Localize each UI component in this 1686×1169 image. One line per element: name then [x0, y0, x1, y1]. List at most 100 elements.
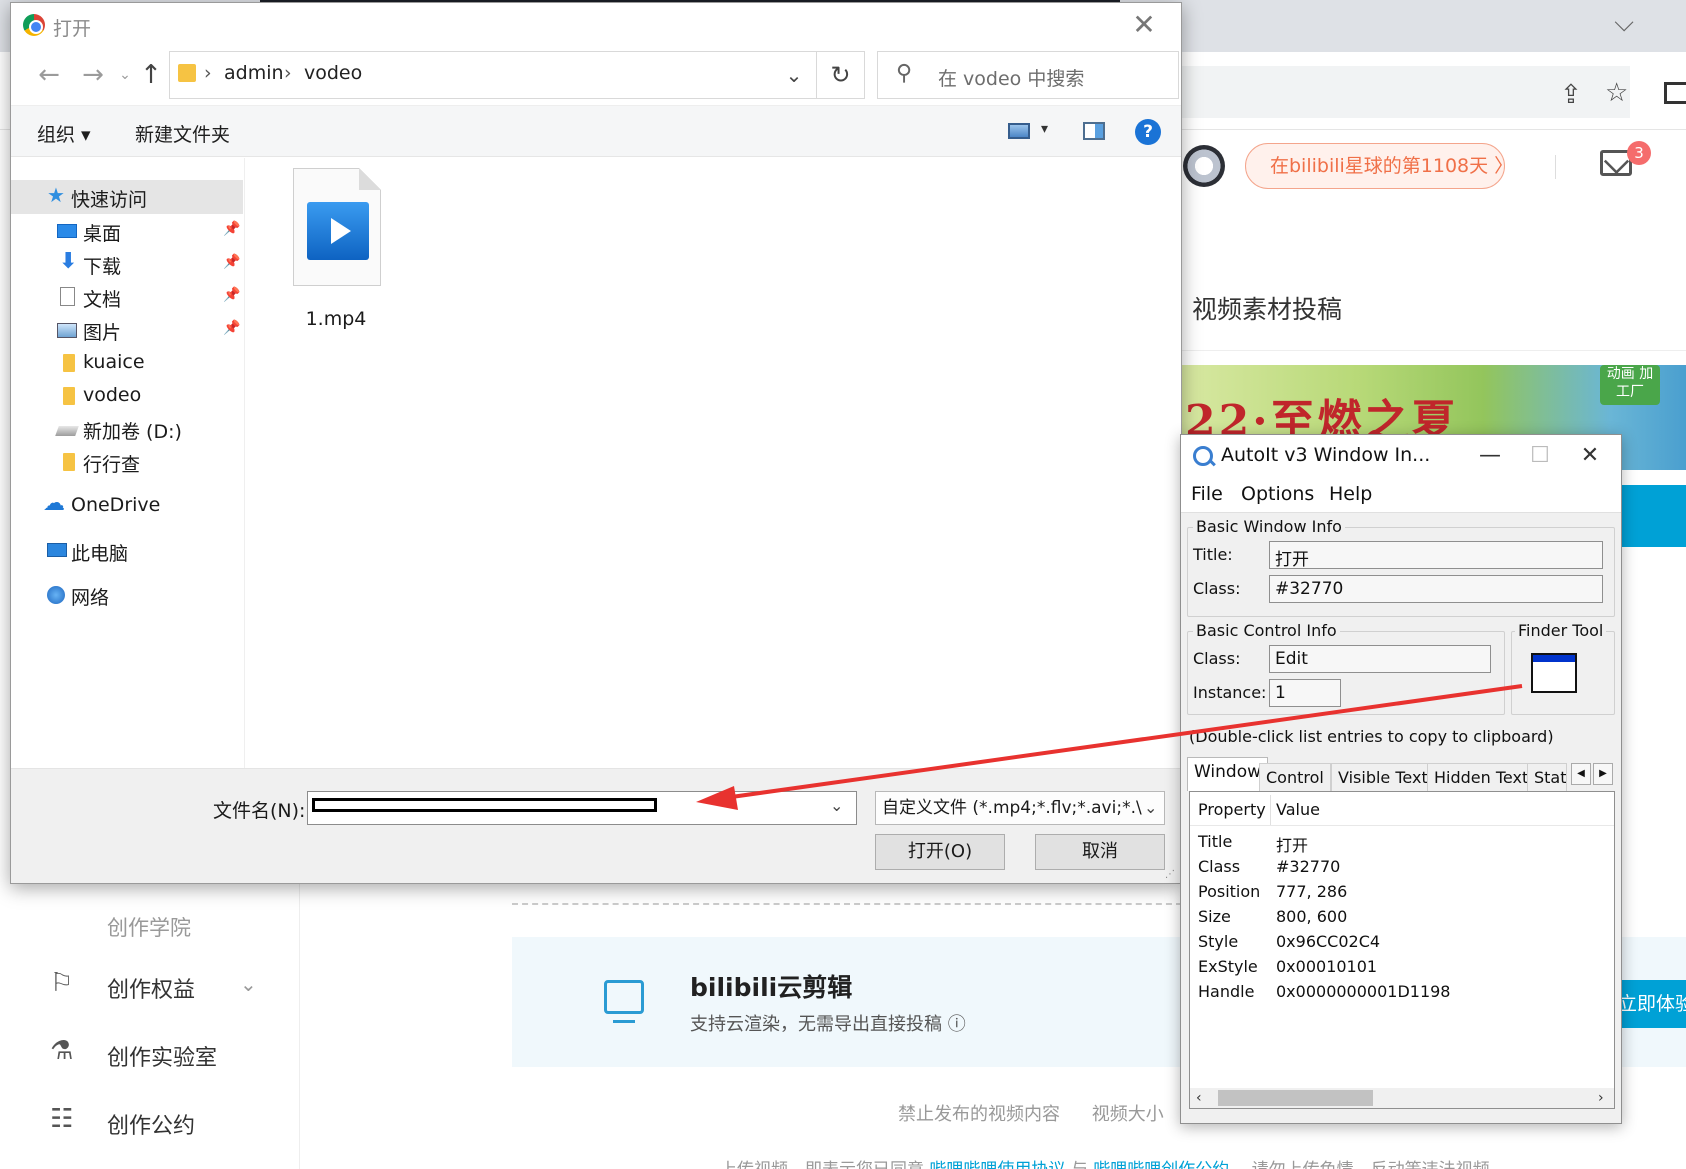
sidebar-item-quick-access[interactable]: ★ 快速访问	[11, 180, 243, 214]
sidebar-item-drive-d[interactable]: 新加卷 (D:)	[11, 412, 243, 446]
new-folder-button[interactable]: 新建文件夹	[135, 120, 230, 147]
open-button[interactable]: 打开(O)	[875, 834, 1005, 870]
footer-link-size[interactable]: 视频大小	[1092, 1104, 1164, 1125]
table-row[interactable]: Style 0x96CC02C4	[1190, 930, 1614, 955]
pin-icon[interactable]: 📌	[223, 320, 240, 336]
tab-scroll-left-icon[interactable]: ◀	[1571, 763, 1591, 785]
tab-status[interactable]: Stat	[1527, 763, 1567, 791]
finder-tool-icon[interactable]	[1531, 653, 1577, 693]
up-arrow-icon[interactable]: ↑	[133, 57, 169, 93]
table-row[interactable]: Handle 0x0000000001D1198	[1190, 980, 1614, 1005]
group-label: Basic Window Info	[1193, 517, 1345, 536]
address-bar[interactable]	[1110, 66, 1630, 118]
sidebar-item-this-pc[interactable]: 此电脑	[11, 534, 243, 568]
sidebar-item-academy[interactable]: 创作学院	[107, 912, 191, 942]
horizontal-scrollbar[interactable]: ‹ ›	[1190, 1088, 1614, 1108]
instance-field[interactable]: 1	[1269, 679, 1341, 707]
scrollbar-thumb[interactable]	[1218, 1090, 1373, 1106]
breadcrumb-vodeo[interactable]: vodeo	[304, 62, 362, 84]
close-icon[interactable]: ✕	[1567, 439, 1613, 473]
column-header-property[interactable]: Property	[1198, 800, 1266, 819]
filename-input[interactable]: ⌄	[307, 791, 857, 825]
forward-arrow-icon[interactable]: →	[75, 57, 111, 93]
chevron-right-icon[interactable]: ›	[204, 62, 212, 84]
file-item[interactable]: 1.mp4	[281, 168, 391, 330]
tab-scroll-right-icon[interactable]: ▶	[1593, 763, 1613, 785]
divider	[1180, 350, 1686, 351]
window-title-field[interactable]: 打开	[1269, 541, 1603, 569]
view-icon[interactable]	[1008, 123, 1030, 139]
preview-pane-icon[interactable]	[1083, 122, 1105, 140]
sidebar-item-rights[interactable]: 创作权益	[107, 972, 195, 1004]
tab-search-chevron-icon[interactable]: ⌵	[1614, 8, 1634, 39]
sidebar-panel-icon[interactable]	[1664, 82, 1686, 104]
table-row[interactable]: ExStyle 0x00010101	[1190, 955, 1614, 980]
terms-link[interactable]: 哔哩哔哩使用协议	[929, 1160, 1065, 1169]
page-title: 视频素材投稿	[1192, 295, 1343, 324]
tab-window[interactable]: Window	[1187, 757, 1269, 791]
tab-hidden-text[interactable]: Hidden Text	[1427, 763, 1536, 791]
breadcrumb-admin[interactable]: admin	[224, 62, 284, 84]
magnifier-icon	[1193, 446, 1213, 466]
search-input[interactable]: ⚲ 在 vodeo 中搜索	[877, 51, 1179, 99]
chevron-down-icon[interactable]: ⌄	[776, 58, 812, 92]
column-header-value[interactable]: Value	[1276, 800, 1320, 819]
pin-icon[interactable]: 📌	[223, 287, 240, 303]
sidebar-item-label: OneDrive	[71, 494, 161, 516]
resize-grip-icon[interactable]: ⋰	[1165, 869, 1175, 880]
table-row[interactable]: Class #32770	[1190, 855, 1614, 880]
chevron-right-icon[interactable]: ›	[284, 62, 292, 84]
cancel-button[interactable]: 取消	[1035, 834, 1165, 870]
pin-icon[interactable]: 📌	[223, 254, 240, 270]
share-icon[interactable]: ⇪	[1560, 80, 1582, 110]
sidebar-item-pictures[interactable]: 图片 📌	[11, 313, 243, 347]
tab-visible-text[interactable]: Visible Text	[1331, 763, 1435, 791]
sidebar-item-vodeo[interactable]: vodeo	[11, 379, 243, 413]
menu-options[interactable]: Options	[1241, 483, 1314, 505]
pin-icon[interactable]: 📌	[223, 221, 240, 237]
minimize-icon[interactable]: —	[1467, 439, 1513, 473]
refresh-icon[interactable]: ↻	[817, 51, 865, 99]
column-divider[interactable]	[1270, 795, 1271, 825]
convention-link[interactable]: 哔哩哔哩创作公约	[1093, 1160, 1229, 1169]
property-list[interactable]: Property Value Title 打开 Class #32770 Pos…	[1189, 791, 1615, 1109]
filetype-select[interactable]: 自定义文件 (*.mp4;*.flv;*.avi;*.\ ⌄	[875, 791, 1165, 825]
close-icon[interactable]: ✕	[1119, 7, 1169, 43]
control-class-field[interactable]: Edit	[1269, 645, 1491, 673]
folder-icon	[63, 453, 75, 471]
help-icon[interactable]: ?	[1135, 119, 1161, 145]
chevron-down-icon[interactable]: ⌄	[240, 972, 257, 996]
menu-file[interactable]: File	[1191, 483, 1223, 505]
sidebar-item-documents[interactable]: 文档 📌	[11, 280, 243, 314]
address-breadcrumb-bar[interactable]: › admin › vodeo ⌄	[169, 51, 817, 99]
avatar[interactable]	[1183, 145, 1225, 187]
table-row[interactable]: Title 打开	[1190, 830, 1614, 855]
agreement-prefix: 上传视频，即表示您已同意	[720, 1160, 924, 1169]
sidebar-item-lab[interactable]: 创作实验室	[107, 1040, 217, 1072]
planet-days-badge[interactable]: 在bilibili星球的第1108天 〉	[1245, 143, 1513, 189]
tab-control[interactable]: Control	[1259, 763, 1331, 791]
sidebar-item-convention[interactable]: 创作公约	[107, 1108, 195, 1140]
back-arrow-icon[interactable]: ←	[31, 57, 67, 93]
sidebar-item-desktop[interactable]: 桌面 📌	[11, 214, 243, 248]
view-dropdown-icon[interactable]: ▾	[1041, 121, 1048, 137]
scroll-right-icon[interactable]: ›	[1598, 1088, 1604, 1108]
table-row[interactable]: Size 800, 600	[1190, 905, 1614, 930]
table-row[interactable]: Position 777, 286	[1190, 880, 1614, 905]
sidebar-item-xingxingcha[interactable]: 行行查	[11, 445, 243, 479]
footer-link-forbidden[interactable]: 禁止发布的视频内容	[898, 1104, 1060, 1125]
property-value: 打开	[1276, 836, 1309, 855]
maximize-icon[interactable]: ☐	[1517, 439, 1563, 473]
organize-menu[interactable]: 组织 ▾	[37, 120, 91, 147]
contract-icon: ☷	[50, 1104, 74, 1134]
window-class-field[interactable]: #32770	[1269, 575, 1603, 603]
sidebar-item-onedrive[interactable]: ☁ OneDrive	[11, 489, 243, 523]
sidebar-item-network[interactable]: 网络	[11, 578, 243, 612]
sidebar-item-kuaice[interactable]: kuaice	[11, 346, 243, 380]
chevron-down-icon[interactable]: ⌄	[1144, 792, 1157, 824]
chevron-down-icon[interactable]: ⌄	[830, 796, 843, 815]
scroll-left-icon[interactable]: ‹	[1196, 1088, 1202, 1108]
sidebar-item-downloads[interactable]: ⬇ 下载 📌	[11, 247, 243, 281]
bookmark-star-icon[interactable]: ☆	[1605, 78, 1628, 108]
menu-help[interactable]: Help	[1329, 483, 1372, 505]
